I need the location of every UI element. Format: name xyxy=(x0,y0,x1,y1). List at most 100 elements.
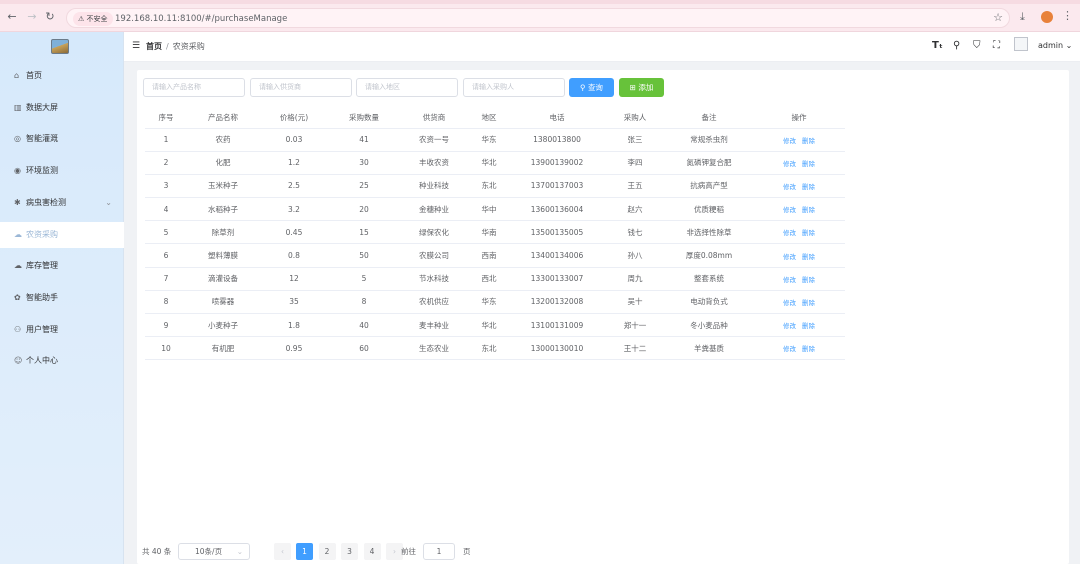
table-cell: 60 xyxy=(329,336,399,361)
table-cell: 1 xyxy=(145,128,187,152)
product-name-input[interactable]: 请输入产品名称 xyxy=(143,78,245,97)
edit-link[interactable]: 修改 xyxy=(783,276,796,284)
table-cell: 水稻种子 xyxy=(187,197,259,222)
breadcrumb-home[interactable]: 首页 xyxy=(146,42,162,51)
table-cell: 8 xyxy=(145,290,187,315)
delete-link[interactable]: 删除 xyxy=(802,160,815,168)
prev-page-button[interactable]: ‹ xyxy=(274,543,291,560)
table-cell: 非选择性除草 xyxy=(665,220,753,245)
buyer-input[interactable]: 请输入采购人 xyxy=(463,78,565,97)
user-dropdown[interactable]: admin ⌄ xyxy=(1038,41,1072,50)
purchase-table: 序号 产品名称 价格(元) 采购数量 供货商 地区 电话 采购人 备注 操作 1 农药 0.03 41 农… xyxy=(145,108,845,361)
delete-link[interactable]: 删除 xyxy=(802,299,815,307)
query-button[interactable]: ⚲ 查询 xyxy=(569,78,614,97)
search-icon[interactable]: ⚲ xyxy=(953,40,960,51)
delete-link[interactable]: 删除 xyxy=(802,253,815,261)
table-cell: 金穗种业 xyxy=(399,197,469,222)
table-row: 3 玉米种子 2.5 25 种业科技 东北 13700137003 王五 抗病高产型 修改 删除 xyxy=(145,174,845,199)
sidebar-item[interactable]: ☁ 农资采购 xyxy=(0,221,124,248)
supplier-input[interactable]: 请输入供货商 xyxy=(250,78,352,97)
forward-icon[interactable]: → xyxy=(26,11,38,23)
sidebar-item[interactable]: ✱ 病虫害检测 ⌄ xyxy=(0,190,124,216)
delete-link[interactable]: 删除 xyxy=(802,345,815,353)
sidebar-item[interactable]: ☁ 库存管理 xyxy=(0,253,124,279)
download-icon[interactable]: ⤓ xyxy=(1020,10,1025,24)
address-bar[interactable]: ⚠ 不安全 192.168.10.11:8100/#/purchaseManag… xyxy=(66,8,1010,28)
sidebar-item[interactable]: ◎ 智能灌溉 xyxy=(0,126,124,152)
table-header: 序号 产品名称 价格(元) 采购数量 供货商 地区 电话 采购人 备注 操作 xyxy=(145,108,845,129)
profile-avatar[interactable] xyxy=(1041,11,1053,23)
sidebar-item-label: 用户管理 xyxy=(26,324,58,334)
user-avatar[interactable] xyxy=(1014,37,1028,51)
menu-toggle-icon[interactable]: ☰ xyxy=(132,41,140,51)
edit-link[interactable]: 修改 xyxy=(783,206,796,214)
table-cell: 9 xyxy=(145,313,187,338)
delete-link[interactable]: 删除 xyxy=(802,137,815,145)
sidebar-item[interactable]: ◉ 环境监测 xyxy=(0,158,124,184)
column-header: 供货商 xyxy=(399,108,469,129)
delete-link[interactable]: 删除 xyxy=(802,229,815,237)
table-cell: 6 xyxy=(145,243,187,268)
table-cell: 3 xyxy=(145,174,187,199)
breadcrumb: 首页 / 农资采购 xyxy=(146,41,205,52)
table-cell: 13400134006 xyxy=(509,243,605,268)
sidebar-item[interactable]: ✿ 智能助手 xyxy=(0,285,124,311)
top-header: ☰ 首页 / 农资采购 Tₜ ⚲ ⛉ ⛶ admin ⌄ xyxy=(124,32,1080,62)
table-cell: 氮磷钾复合肥 xyxy=(665,151,753,175)
table-cell: 0.45 xyxy=(259,220,329,245)
delete-link[interactable]: 删除 xyxy=(802,183,815,191)
sidebar-item-label: 个人中心 xyxy=(26,356,58,366)
page-button[interactable]: 2 xyxy=(318,543,336,560)
page-size-select[interactable]: 10条/页 ⌄ xyxy=(178,543,250,560)
edit-link[interactable]: 修改 xyxy=(783,345,796,353)
column-header: 采购人 xyxy=(605,108,665,129)
search-icon: ⚲ xyxy=(580,83,588,92)
font-size-icon[interactable]: Tₜ xyxy=(932,40,943,51)
fullscreen-icon[interactable]: ⛶ xyxy=(993,40,1000,51)
edit-link[interactable]: 修改 xyxy=(783,299,796,307)
table-cell: 节水科技 xyxy=(399,267,469,291)
actions-cell: 修改 删除 xyxy=(753,243,845,268)
sidebar-item-label: 环境监测 xyxy=(26,166,58,176)
goto-page-input[interactable]: 1 xyxy=(423,543,455,560)
table-cell: 西北 xyxy=(469,267,509,291)
table-cell: 13600136004 xyxy=(509,197,605,222)
sidebar-item[interactable]: ⌂ 首页 xyxy=(0,63,124,89)
security-badge[interactable]: ⚠ 不安全 xyxy=(73,12,113,26)
table-cell: 抗病高产型 xyxy=(665,174,753,199)
table-row: 5 除草剂 0.45 15 绿保农化 华南 13500135005 钱七 非选择性除草 修改 删除 xyxy=(145,220,845,245)
region-input[interactable]: 请输入地区 xyxy=(356,78,458,97)
total-count: 共 40 条 xyxy=(142,547,172,556)
edit-link[interactable]: 修改 xyxy=(783,137,796,145)
edit-link[interactable]: 修改 xyxy=(783,229,796,237)
table-cell: 5 xyxy=(145,220,187,245)
edit-link[interactable]: 修改 xyxy=(783,253,796,261)
delete-link[interactable]: 删除 xyxy=(802,206,815,214)
sidebar-item-label: 农资采购 xyxy=(26,229,58,239)
delete-link[interactable]: 删除 xyxy=(802,322,815,330)
sidebar-item[interactable]: ⚇ 用户管理 xyxy=(0,317,124,343)
theme-icon[interactable]: ⛉ xyxy=(973,40,981,51)
table-cell: 13000130010 xyxy=(509,336,605,361)
bookmark-star-icon[interactable]: ☆ xyxy=(993,11,1003,24)
more-menu-icon[interactable]: ⋮ xyxy=(1062,9,1073,22)
page-button[interactable]: 1 xyxy=(296,543,313,560)
page-button[interactable]: 4 xyxy=(363,543,381,560)
sidebar-item[interactable]: ☺ 个人中心 xyxy=(0,348,124,374)
table-cell: 8 xyxy=(329,290,399,315)
edit-link[interactable]: 修改 xyxy=(783,160,796,168)
bar-chart-icon: ▥ xyxy=(14,102,22,112)
sidebar-item[interactable]: ▥ 数据大屏 xyxy=(0,95,124,121)
back-icon[interactable]: ← xyxy=(6,11,18,23)
table-cell: 厚度0.08mm xyxy=(665,243,753,268)
delete-link[interactable]: 删除 xyxy=(802,276,815,284)
page-button[interactable]: 3 xyxy=(341,543,358,560)
reload-icon[interactable]: ↻ xyxy=(44,11,56,23)
table-cell: 1380013800 xyxy=(509,128,605,152)
edit-link[interactable]: 修改 xyxy=(783,183,796,191)
add-button[interactable]: ⊞ 添加 xyxy=(619,78,664,97)
edit-link[interactable]: 修改 xyxy=(783,322,796,330)
table-cell: 孙八 xyxy=(605,243,665,268)
url-text[interactable]: 192.168.10.11:8100/#/purchaseManage xyxy=(115,9,287,29)
table-cell: 羊粪基质 xyxy=(665,336,753,361)
